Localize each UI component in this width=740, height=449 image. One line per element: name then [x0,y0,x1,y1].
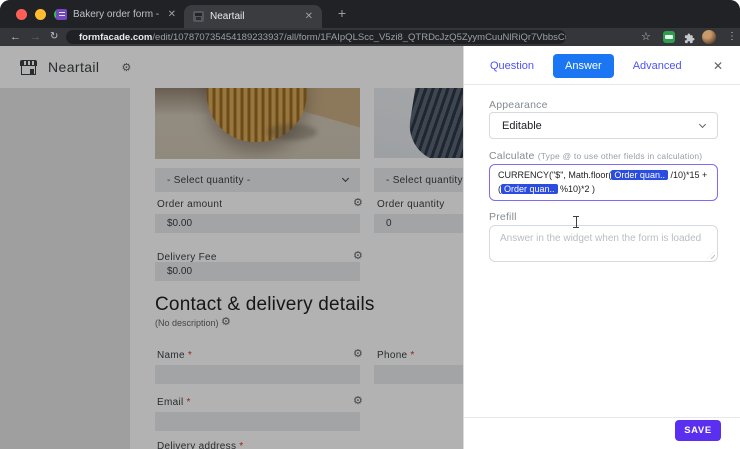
reload-icon[interactable]: ↻ [50,28,58,46]
minimize-window-button[interactable] [35,9,46,20]
address-bar[interactable]: formfacade.com/edit/10787073545418923393… [66,30,566,44]
prefill-field [489,225,718,262]
tab-question[interactable]: Question [490,54,534,78]
appearance-value: Editable [502,119,542,132]
page-content: Neartail ⚙ - Select quantity - - Select … [0,46,740,449]
bookmark-star-icon[interactable]: ☆ [641,28,651,46]
text-cursor-icon [572,216,580,228]
answer-settings-panel: Question Answer Advanced ✕ Appearance Ed… [463,46,740,449]
browser-tab-bakery-order-form[interactable]: Bakery order form - Google For ✕ [52,0,180,28]
form-builder-background: Neartail ⚙ - Select quantity - - Select … [0,46,463,449]
panel-divider [464,84,740,85]
browser-tabstrip: Bakery order form - Google For ✕ Neartai… [0,0,740,28]
url-path: /edit/107870735454189233937/all/form/1FA… [152,31,566,43]
tab-close-icon[interactable]: ✕ [168,9,176,20]
browser-tab-neartail[interactable]: Neartail ✕ [184,5,322,28]
close-window-button[interactable] [16,9,27,20]
profile-avatar[interactable] [702,30,716,44]
prefill-label: Prefill [489,211,517,223]
footer-divider [464,417,740,418]
modal-scrim [0,46,463,449]
forward-icon[interactable]: → [30,28,41,46]
google-forms-icon [56,8,67,20]
browser-window: Bakery order form - Google For ✕ Neartai… [0,0,740,449]
calculate-hint: (Type @ to use other fields in calculati… [537,151,703,161]
url-domain: formfacade.com [79,31,153,43]
tab-title: Neartail [210,11,245,22]
back-icon[interactable]: ← [10,28,21,46]
browser-menu-icon[interactable]: ⋮ [727,28,737,46]
tab-answer[interactable]: Answer [553,54,614,78]
url-text: formfacade.com/edit/10787073545418923393… [79,32,566,43]
tab-advanced[interactable]: Advanced [633,54,682,78]
tab-title: Bakery order form - Google For [73,8,162,20]
prefill-textarea[interactable] [489,225,718,262]
chevron-down-icon [698,120,707,128]
calculate-input[interactable]: CURRENCY("$", Math.floor(Order quan.. /1… [489,164,718,201]
appearance-label: Appearance [489,99,548,111]
appearance-select[interactable]: Editable [489,112,718,139]
tab-close-icon[interactable]: ✕ [305,11,313,22]
new-tab-button[interactable]: + [333,4,351,22]
panel-tabs: Question Answer Advanced [490,54,682,78]
green-extension-icon[interactable] [663,31,675,43]
neartail-favicon-icon [193,11,204,22]
browser-toolbar: ← → ↻ formfacade.com/edit/10787073545418… [0,28,740,46]
close-icon[interactable]: ✕ [713,59,723,73]
calculate-label: Calculate (Type @ to use other fields in… [489,150,703,162]
save-button[interactable]: SAVE [675,420,721,441]
